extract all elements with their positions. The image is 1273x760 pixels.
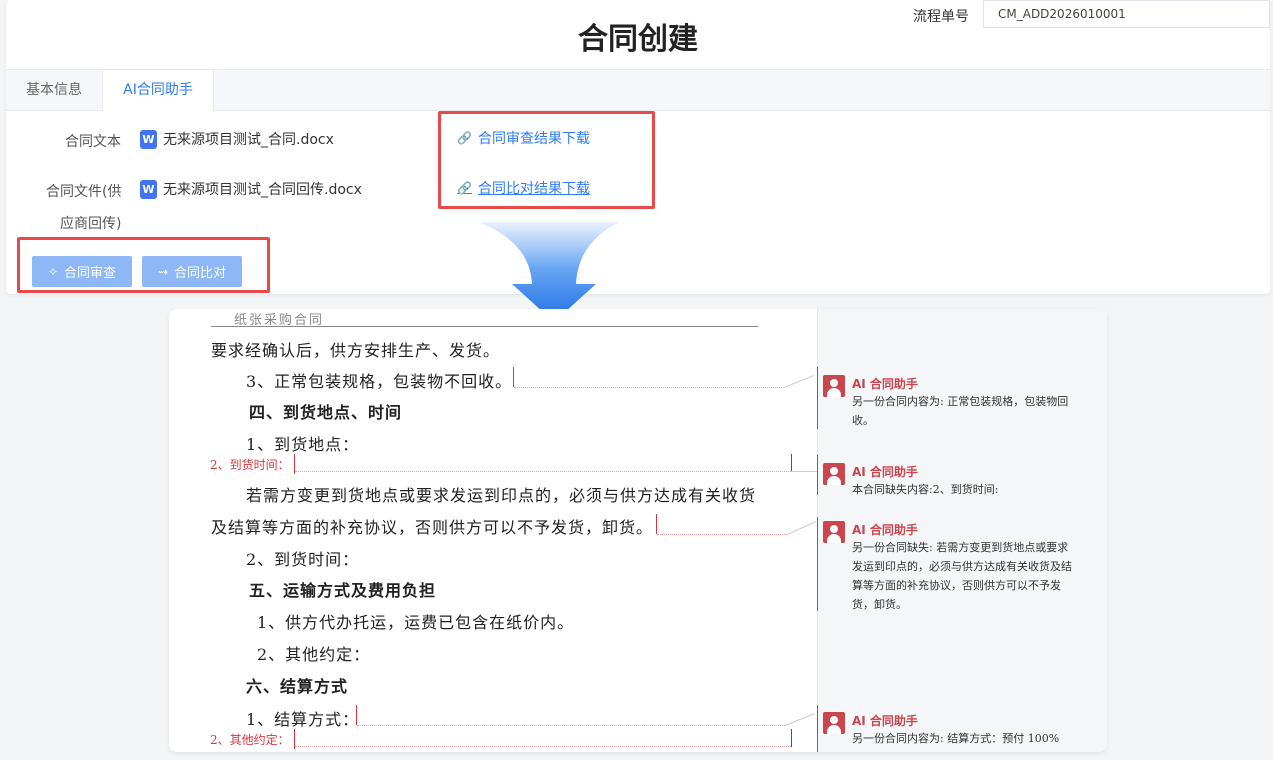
link-icon: 🔗	[457, 131, 472, 145]
review-result-download-label: 合同审查结果下载	[477, 131, 590, 147]
comment-author: AI 合同助手	[852, 714, 918, 728]
contract-text-filename[interactable]: 无来源项目测试_合同.docx	[163, 129, 334, 149]
doc-line: 3、正常包装规格，包装物不回收。	[246, 372, 513, 391]
header-divider	[211, 326, 758, 327]
compare-result-download-link[interactable]: 🔗 合同比对结果下载	[457, 178, 590, 198]
user-avatar-icon	[823, 712, 845, 734]
top-card: 合同创建 流程单号 CM_ADD2026010001 基本信息 AI合同助手 合…	[6, 0, 1270, 294]
user-avatar-icon	[823, 463, 845, 485]
user-avatar-icon	[823, 521, 845, 543]
change-marker	[656, 514, 657, 534]
flow-number-field[interactable]: CM_ADD2026010001	[983, 0, 1270, 28]
doc-heading: 五、运输方式及费用负担	[249, 581, 437, 600]
contract-review-label: 合同审查	[64, 266, 117, 281]
doc-line: 若需方变更到货地点或要求发运到印点的，必须与供方达成有关收货	[246, 486, 757, 505]
doc-line: 要求经确认后，供方安排生产、发货。	[211, 341, 501, 360]
inserted-text: 2、其他约定：	[210, 733, 290, 747]
change-marker	[513, 367, 514, 387]
comment-text: 另一份合同缺失: 若需方变更到货地点或要求发运到印点的，必须与供方达成有关收货及…	[852, 541, 1072, 611]
doc-heading: 六、结算方式	[246, 677, 349, 696]
doc-heading: 四、到货地点、时间	[249, 403, 403, 422]
word-file-icon: W	[140, 129, 157, 149]
word-file-icon: W	[140, 179, 157, 199]
change-marker	[356, 705, 357, 725]
tab-ai-assistant[interactable]: AI合同助手	[102, 70, 214, 111]
compare-icon: ⇝	[157, 264, 169, 279]
comment-text: 另一份合同内容为: 结算方式：预付 100%	[852, 732, 1060, 745]
document-preview: 纸张采购合同 要求经确认后，供方安排生产、发货。 3、正常包装规格，包装物不回收…	[169, 309, 1107, 752]
return-file[interactable]: W 无来源项目测试_合同回传.docx	[140, 179, 362, 199]
doc-line: 1、结算方式：	[246, 710, 360, 729]
tab-basic-info[interactable]: 基本信息	[6, 70, 102, 110]
doc-line: 1、供方代办托运，运费已包含在纸价内。	[257, 613, 575, 632]
contract-review-button[interactable]: ✧ 合同审查	[32, 256, 132, 287]
return-file-label: 合同文件(供	[46, 184, 122, 200]
contract-compare-label: 合同比对	[174, 266, 227, 281]
contract-compare-button[interactable]: ⇝ 合同比对	[142, 256, 242, 287]
comment-author: AI 合同助手	[852, 465, 918, 479]
doc-line: 2、其他约定：	[257, 645, 371, 664]
flow-number-label: 流程单号	[913, 9, 969, 25]
review-result-download-link[interactable]: 🔗 合同审查结果下载	[457, 128, 590, 148]
comment-text: 本合同缺失内容:2、到货时间:	[852, 483, 999, 496]
contract-text-label: 合同文本	[65, 134, 121, 150]
compare-result-download-label: 合同比对结果下载	[477, 181, 590, 197]
comment-author: AI 合同助手	[852, 377, 918, 391]
doc-line: 1、到货地点：	[246, 435, 360, 454]
inserted-text: 2、到货时间：	[210, 458, 290, 472]
change-marker	[791, 729, 792, 747]
change-marker	[791, 454, 792, 472]
tab-bar: 基本信息 AI合同助手	[6, 69, 1270, 111]
link-icon: 🔗	[457, 181, 472, 195]
return-file-label-cont: 应商回传)	[60, 216, 122, 232]
comment-author: AI 合同助手	[852, 523, 918, 537]
return-filename[interactable]: 无来源项目测试_合同回传.docx	[163, 179, 362, 199]
document-body: 纸张采购合同 要求经确认后，供方安排生产、发货。 3、正常包装规格，包装物不回收…	[169, 309, 817, 752]
sparkle-icon: ✧	[47, 264, 59, 279]
comment-text: 另一份合同内容为: 正常包装规格，包装物回收。	[852, 395, 1069, 427]
user-avatar-icon	[823, 375, 845, 397]
contract-text-file[interactable]: W 无来源项目测试_合同.docx	[140, 129, 334, 149]
doc-line: 2、到货时间：	[246, 550, 360, 569]
doc-line: 及结算等方面的补充协议，否则供方可以不予发货，卸货。	[211, 518, 654, 537]
